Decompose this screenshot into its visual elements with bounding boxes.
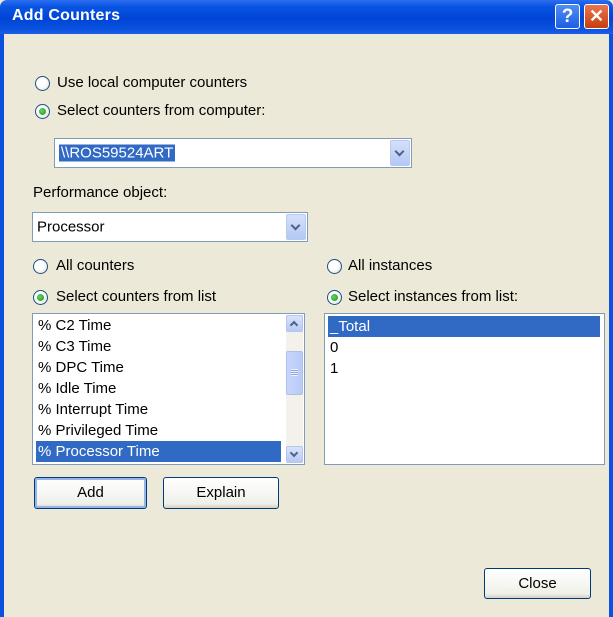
counter-list-item[interactable]: % Privileged Time: [36, 420, 281, 441]
counter-list-item[interactable]: % C3 Time: [36, 336, 281, 357]
help-icon[interactable]: ?: [555, 4, 580, 29]
chevron-down-icon[interactable]: [286, 214, 306, 240]
use-local-label: Use local computer counters: [57, 74, 248, 91]
select-counters-from-list-radio[interactable]: [33, 290, 48, 305]
window-frame-right: [609, 34, 613, 617]
counter-list-item[interactable]: % Interrupt Time: [36, 399, 281, 420]
close-button[interactable]: Close: [484, 568, 591, 599]
select-from-computer-label: Select counters from computer:: [57, 102, 266, 119]
computer-combobox[interactable]: \\ROS59524ART: [54, 138, 412, 168]
instance-list-item[interactable]: 1: [328, 358, 600, 379]
title-bar[interactable]: Add Counters ? ✕: [0, 0, 613, 34]
counter-list-item[interactable]: % C2 Time: [36, 315, 281, 336]
select-counters-from-list-label: Select counters from list: [56, 288, 217, 305]
window-title: Add Counters: [12, 7, 121, 24]
performance-object-combobox[interactable]: Processor: [32, 212, 308, 242]
performance-object-label: Performance object:: [33, 184, 168, 201]
add-counters-dialog: Add Counters ? ✕ Use local computer coun…: [0, 0, 613, 617]
use-local-radio[interactable]: [35, 76, 50, 91]
counter-list-item[interactable]: % Idle Time: [36, 378, 281, 399]
counter-list-item[interactable]: % DPC Time: [36, 357, 281, 378]
chevron-down-icon[interactable]: [390, 140, 410, 166]
performance-object-value: Processor: [37, 218, 105, 236]
add-button[interactable]: Add: [34, 477, 147, 509]
counters-listbox[interactable]: % C2 Time% C3 Time% DPC Time% Idle Time%…: [32, 313, 305, 465]
counter-list-item[interactable]: % Processor Time: [36, 441, 281, 462]
scroll-thumb[interactable]: [286, 351, 303, 395]
scroll-down-icon[interactable]: [286, 446, 303, 463]
instance-list-item[interactable]: 0: [328, 337, 600, 358]
close-icon[interactable]: ✕: [584, 4, 609, 29]
select-instances-from-list-radio[interactable]: [327, 290, 342, 305]
counters-scrollbar[interactable]: [286, 315, 303, 463]
scroll-up-icon[interactable]: [286, 315, 303, 332]
explain-button[interactable]: Explain: [163, 477, 279, 509]
all-instances-label: All instances: [348, 257, 433, 274]
all-counters-radio[interactable]: [33, 259, 48, 274]
select-from-computer-radio[interactable]: [35, 104, 50, 119]
instance-list-item[interactable]: _Total: [328, 316, 600, 337]
all-instances-radio[interactable]: [327, 259, 342, 274]
computer-value: \\ROS59524ART: [59, 144, 176, 162]
window-frame-left: [0, 34, 4, 617]
select-instances-from-list-label: Select instances from list:: [348, 288, 519, 305]
instances-listbox[interactable]: _Total 0 1: [324, 313, 605, 465]
all-counters-label: All counters: [56, 257, 135, 274]
